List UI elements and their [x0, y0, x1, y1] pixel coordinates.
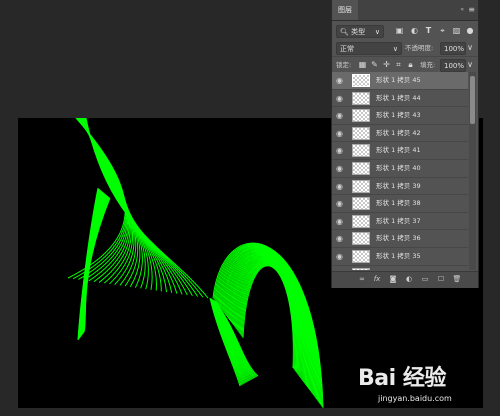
layer-thumbnail[interactable] [352, 144, 370, 158]
search-icon: 🔍︎ [340, 28, 349, 36]
layer-thumbnail[interactable] [352, 267, 370, 270]
layer-thumbnail[interactable] [352, 161, 370, 175]
layer-row[interactable]: ◉ 形状 1 拷贝 43 [332, 107, 468, 125]
lock-all-icon[interactable]: 🔒︎ [405, 59, 416, 70]
layer-name: 形状 1 拷贝 35 [376, 251, 421, 260]
watermark-logo: Bai 经验 [358, 366, 446, 391]
eye-icon[interactable]: ◉ [336, 234, 346, 243]
layer-name: 形状 1 拷贝 38 [376, 199, 421, 208]
layer-thumbnail[interactable] [352, 179, 370, 193]
layer-row[interactable]: ◉ 形状 1 拷贝 41 [332, 142, 468, 160]
eye-icon[interactable]: ◉ [336, 129, 346, 138]
tab-layers[interactable]: 图层 [332, 0, 358, 20]
lock-artboard-icon[interactable]: ⌗ [393, 59, 404, 70]
layer-thumbnail[interactable] [352, 126, 370, 140]
image-filter-icon[interactable]: ▣ [394, 25, 405, 36]
eye-icon[interactable]: ◉ [336, 182, 346, 191]
panel-header: 图层 « ≡ [332, 0, 478, 21]
layer-row[interactable]: ◉ 形状 1 拷贝 36 [332, 230, 468, 248]
trash-icon[interactable]: 🗑︎ [452, 274, 462, 285]
layer-thumbnail[interactable] [352, 197, 370, 211]
eye-icon[interactable]: ◉ [336, 94, 346, 103]
layer-name: 形状 1 拷贝 41 [376, 146, 421, 155]
lock-transparent-icon[interactable]: ▦ [357, 59, 368, 70]
layer-name: 形状 1 拷贝 45 [376, 76, 421, 84]
filter-row: 🔍︎ 类型 ∨ ▣ ◐ T ⌖ ▨ ● [332, 23, 478, 40]
adjustment-filter-icon[interactable]: ◐ [409, 25, 420, 36]
layer-name: 形状 1 拷贝 36 [376, 234, 421, 243]
fill-label: 填充: [420, 61, 436, 69]
layer-row[interactable]: ◉ 形状 1 拷贝 45 [332, 72, 468, 90]
layers-list: ◉ 形状 1 拷贝 45 ◉ 形状 1 拷贝 44 ◉ 形状 1 拷贝 43 ◉ 形状 1 拷… [332, 72, 468, 270]
layer-name: 形状 1 拷贝 40 [376, 163, 421, 172]
layers-scrollbar[interactable] [469, 72, 476, 270]
layer-name: 形状 1 拷贝 37 [376, 216, 421, 225]
layer-row[interactable]: ◉ 形状 1 拷贝 44 [332, 90, 468, 108]
blend-mode-select[interactable]: 正常 ∨ [336, 42, 402, 55]
chevron-down-icon[interactable]: ∨ [466, 42, 474, 53]
fill-input[interactable]: 100% [440, 59, 466, 72]
layer-thumbnail[interactable] [352, 214, 370, 228]
layer-row[interactable]: ◉ 形状 1 拷贝 40 [332, 160, 468, 178]
blend-mode-value: 正常 [340, 45, 354, 53]
layer-row[interactable]: ◉ 形状 1 拷贝 42 [332, 125, 468, 143]
layer-row[interactable]: ◉ 形状 1 拷贝 38 [332, 195, 468, 213]
layer-row[interactable]: ◉ [332, 266, 468, 270]
layer-row[interactable]: ◉ 形状 1 拷贝 37 [332, 213, 468, 231]
type-filter-icon[interactable]: T [423, 25, 434, 36]
eye-icon[interactable]: ◉ [336, 164, 346, 173]
smartobject-filter-icon[interactable]: ▨ [451, 25, 462, 36]
layer-thumbnail[interactable] [352, 232, 370, 246]
layer-thumbnail[interactable] [352, 74, 370, 87]
layer-thumbnail[interactable] [352, 91, 370, 105]
layer-row[interactable]: ◉ 形状 1 拷贝 39 [332, 178, 468, 196]
filter-kind-select[interactable]: 🔍︎ 类型 ∨ [336, 25, 384, 38]
collapse-icon[interactable]: « [460, 0, 464, 20]
filter-toggle-icon[interactable]: ● [466, 25, 474, 36]
eye-icon[interactable]: ◉ [336, 76, 346, 85]
mask-icon[interactable]: ◙ [388, 274, 398, 285]
eye-icon[interactable]: ◉ [336, 146, 346, 155]
chevron-down-icon: ∨ [374, 28, 380, 36]
chevron-down-icon[interactable]: ∨ [466, 59, 474, 70]
shape-filter-icon[interactable]: ⌖ [437, 25, 448, 36]
layer-name: 形状 1 拷贝 43 [376, 111, 421, 120]
opacity-input[interactable]: 100% [440, 42, 466, 55]
lock-position-icon[interactable]: ✛ [381, 59, 392, 70]
layer-row[interactable]: ◉ 形状 1 拷贝 35 [332, 248, 468, 266]
group-icon[interactable]: ▭ [420, 274, 430, 285]
adjustment-icon[interactable]: ◐ [404, 274, 414, 285]
layer-name: 形状 1 拷贝 42 [376, 128, 421, 137]
panel-bottom-bar: ∞ fx ◙ ◐ ▭ ☐ 🗑︎ [332, 271, 478, 288]
opacity-label: 不透明度: [405, 44, 434, 52]
layer-thumbnail[interactable] [352, 109, 370, 123]
blend-row: 正常 ∨ 不透明度: 100% ∨ [332, 40, 478, 57]
scrollbar-thumb[interactable] [470, 76, 475, 124]
layer-thumbnail[interactable] [352, 249, 370, 263]
eye-icon[interactable]: ◉ [336, 252, 346, 261]
layer-name: 形状 1 拷贝 39 [376, 181, 421, 190]
layers-panel: 图层 « ≡ 🔍︎ 类型 ∨ ▣ ◐ T ⌖ ▨ ● 正常 ∨ 不透明度: 10… [331, 0, 479, 288]
new-layer-icon[interactable]: ☐ [436, 274, 446, 285]
eye-icon[interactable]: ◉ [336, 111, 346, 120]
watermark-url: jingyan.baidu.com [378, 394, 452, 403]
baidu-watermark: Bai 经验 jingyan.baidu.com [358, 360, 488, 410]
layer-name: 形状 1 拷贝 44 [376, 93, 421, 102]
lock-brush-icon[interactable]: ✎ [369, 59, 380, 70]
eye-icon[interactable]: ◉ [336, 199, 346, 208]
fx-icon[interactable]: fx [372, 274, 382, 285]
filter-kind-label: 类型 [351, 28, 366, 36]
eye-icon[interactable]: ◉ [336, 217, 346, 226]
panel-menu-icon[interactable]: ≡ [468, 0, 475, 20]
link-icon[interactable]: ∞ [357, 274, 367, 285]
lock-label: 锁定: [336, 61, 352, 69]
chevron-down-icon: ∨ [392, 45, 398, 53]
